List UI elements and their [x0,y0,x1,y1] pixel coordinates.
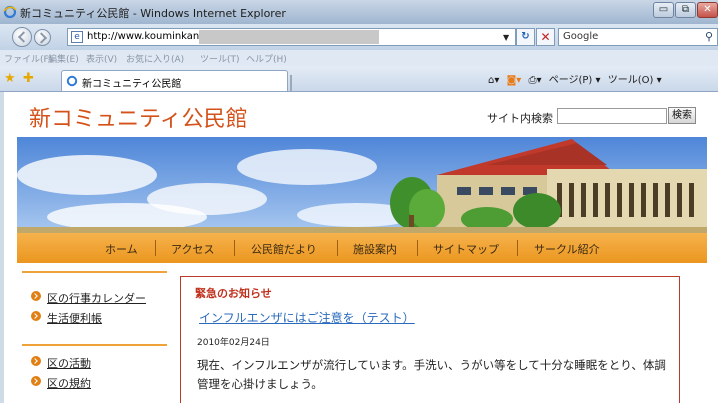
sidebar-item-rules[interactable]: 区の規約 [31,375,91,391]
url-dropdown-icon[interactable]: ▼ [503,33,509,42]
menu-bar: ファイル(F) 編集(E) 表示(V) お気に入り(A) ツール(T) ヘルプ(… [0,50,718,66]
sidebar-item-label: 区の規約 [47,377,91,390]
notice-body: 現在、インフルエンザが流行しています。手洗い、うがい等をして十分な睡眠をとり、体… [197,358,666,391]
site-search-input[interactable] [557,108,667,124]
close-button[interactable]: ✕ [697,2,718,18]
arrow-bullet-icon [31,291,41,301]
web-page: 新コミュニティ公民館 サイト内検索 検索 ホーム アクセス 公民館だより 施設案… [17,93,707,403]
tab-separator [290,75,292,92]
nav-circles[interactable]: サークル紹介 [534,241,600,257]
nav-separator [517,240,518,256]
sidebar-divider [22,344,167,346]
nav-home[interactable]: ホーム [105,241,138,257]
url-input[interactable]: e http://www.kouminkan.info ▼ [67,28,516,46]
arrow-bullet-icon [31,356,41,366]
nav-separator [155,240,156,256]
search-engine-label: Google [563,31,599,42]
menu-tools[interactable]: ツール(T) [200,52,240,65]
stop-button[interactable]: ✕ [536,28,555,46]
menu-edit[interactable]: 編集(E) [48,52,79,65]
tab-current[interactable]: 新コミュニティ公民館 [61,70,292,92]
forward-button[interactable] [34,29,51,46]
site-search-button[interactable]: 検索 [668,107,696,124]
search-icon[interactable]: ⚲ [705,30,713,43]
back-button[interactable] [12,27,32,47]
tab-title: 新コミュニティ公民館 [82,79,182,90]
tab-bar: ★ ✚ 新コミュニティ公民館 ⌂▾ ◙▾ ⎙▾ ページ(P) ▾ ツール(O) … [0,66,718,92]
tools-menu[interactable]: ツール(O) ▾ [608,75,662,86]
emergency-notice-box: 緊急のお知らせ インフルエンザにはご注意を（テスト） 2010年02月24日 現… [180,276,680,403]
menu-view[interactable]: 表示(V) [86,52,117,65]
sidebar-divider [22,271,167,273]
sidebar-item-label: 区の活動 [47,357,91,370]
nav-access[interactable]: アクセス [171,241,214,257]
sidebar-item-label: 区の行事カレンダー [47,292,146,305]
banner-illustration [17,137,707,233]
rss-icon[interactable]: ◙▾ [507,75,522,86]
notice-link[interactable]: インフルエンザにはご注意を（テスト） [199,309,415,326]
add-favorite-icon[interactable]: ✚ [23,71,34,86]
address-bar: e http://www.kouminkan.info ▼ ↻ ✕ Google… [0,24,718,50]
arrow-bullet-icon [31,376,41,386]
nav-facilities[interactable]: 施設案内 [353,241,397,257]
menu-favorites[interactable]: お気に入り(A) [126,52,184,65]
main-navigation: ホーム アクセス 公民館だより 施設案内 サイトマップ サークル紹介 [17,233,707,263]
menu-help[interactable]: ヘルプ(H) [246,52,287,65]
site-search-label: サイト内検索 [487,112,553,125]
nav-separator [337,240,338,256]
window-title: 新コミュニティ公民館 - Windows Internet Explorer [20,7,286,20]
maximize-button[interactable]: ⧉ [675,2,696,18]
sidebar-item-calendar[interactable]: 区の行事カレンダー [31,290,146,306]
redacted-area [199,30,379,44]
sidebar-item-activities[interactable]: 区の活動 [31,355,91,371]
notice-date: 2010年02月24日 [197,338,270,348]
refresh-button[interactable]: ↻ [516,28,535,46]
nav-newsletter[interactable]: 公民館だより [251,241,317,257]
ie-tab-icon [66,75,78,87]
minimize-button[interactable]: ▭ [653,2,674,18]
sidebar-item-label: 生活便利帳 [47,312,102,325]
ie-logo-icon [3,5,17,19]
nav-separator [417,240,418,256]
notice-heading: 緊急のお知らせ [195,287,272,300]
home-icon[interactable]: ⌂▾ [488,75,499,86]
nav-separator [234,240,235,256]
page-icon: e [71,31,83,43]
site-title: 新コミュニティ公民館 [29,107,248,132]
command-bar: ⌂▾ ◙▾ ⎙▾ ページ(P) ▾ ツール(O) ▾ [488,71,666,86]
menu-file[interactable]: ファイル(F) [4,52,52,65]
print-icon[interactable]: ⎙▾ [528,75,541,86]
nav-sitemap[interactable]: サイトマップ [433,241,499,257]
sidebar-item-handbook[interactable]: 生活便利帳 [31,310,102,326]
window-titlebar: 新コミュニティ公民館 - Windows Internet Explorer ▭… [0,0,718,24]
search-input[interactable]: Google ⚲ [558,28,718,46]
arrow-bullet-icon [31,311,41,321]
favorites-star-icon[interactable]: ★ [4,71,16,86]
page-menu[interactable]: ページ(P) ▾ [549,75,601,86]
